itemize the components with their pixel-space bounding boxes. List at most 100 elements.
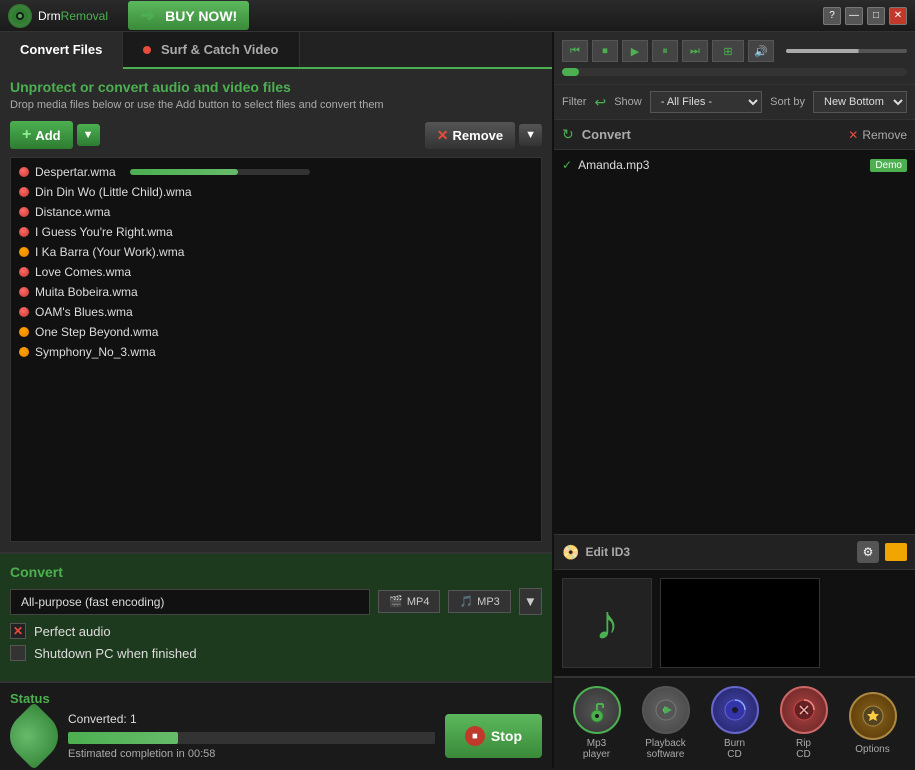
- music-note-icon: ♪: [595, 596, 619, 651]
- file-name: One Step Beyond.wma: [35, 325, 158, 339]
- filter-arrow-icon[interactable]: ↩: [594, 94, 606, 111]
- window-controls: ? — □ ✕: [823, 7, 907, 25]
- format-dropdown-button[interactable]: ▼: [519, 588, 542, 615]
- remove-dropdown-button[interactable]: ▼: [519, 124, 542, 146]
- remove-panel-button[interactable]: ✕ Remove: [848, 128, 907, 142]
- convert-row: 🎬 MP4 🎵 MP3 ▼: [10, 588, 542, 615]
- playback-icon: [642, 686, 690, 734]
- list-item[interactable]: Din Din Wo (Little Child).wma: [11, 182, 541, 202]
- burn-cd-button[interactable]: BurnCD: [711, 686, 759, 760]
- player-stop-button[interactable]: ⏹: [592, 40, 618, 62]
- stop-button[interactable]: ⏹ Stop: [445, 714, 542, 758]
- playback-button[interactable]: Playbacksoftware: [642, 686, 690, 760]
- player-pause-button[interactable]: ⏸: [652, 40, 678, 62]
- x-red-icon: ✕: [848, 128, 858, 142]
- tab-convert-files[interactable]: Convert Files: [0, 32, 123, 69]
- file-name: Symphony_No_3.wma: [35, 345, 156, 359]
- options-label: Options: [855, 744, 889, 755]
- add-button[interactable]: + Add: [10, 121, 73, 149]
- file-status-dot: [19, 307, 29, 317]
- preset-input[interactable]: [10, 589, 370, 615]
- options-button[interactable]: Options: [849, 692, 897, 755]
- edit-id3-label: Edit ID3: [585, 545, 851, 559]
- playlist: ✓ Amanda.mp3 Demo: [554, 150, 915, 534]
- close-button[interactable]: ✕: [889, 7, 907, 25]
- mp3-player-icon: [573, 686, 621, 734]
- option-shutdown[interactable]: Shutdown PC when finished: [10, 645, 542, 661]
- status-title: Status: [10, 691, 542, 706]
- player-play-button[interactable]: ▶: [622, 40, 648, 62]
- rip-cd-button[interactable]: RipCD: [780, 686, 828, 760]
- list-item[interactable]: Love Comes.wma: [11, 262, 541, 282]
- convert-panel-label: Convert: [582, 127, 841, 142]
- stop-icon: ⏹: [465, 726, 485, 746]
- player-next-button[interactable]: ⏭: [682, 40, 708, 62]
- burn-cd-icon: [711, 686, 759, 734]
- mp3-format-button[interactable]: 🎵 MP3: [448, 590, 510, 613]
- mp4-format-button[interactable]: 🎬 MP4: [378, 590, 440, 613]
- convert-panel-icon: ↻: [562, 126, 574, 143]
- title-bar: DrmRemoval ➜ BUY NOW! ? — □ ✕: [0, 0, 915, 32]
- player-progress-bar[interactable]: [562, 68, 907, 76]
- player-extra-button[interactable]: ⊞: [712, 40, 744, 62]
- filter-row: Filter ↩ Show - All Files -MP3WMAMP4 Sor…: [554, 85, 915, 120]
- remove-button[interactable]: ✕ Remove: [425, 122, 515, 149]
- file-status-dot: [19, 347, 29, 357]
- player-prev-button[interactable]: ⏮: [562, 40, 588, 62]
- player-volume-button[interactable]: 🔊: [748, 40, 774, 62]
- player-controls: ⏮ ⏹ ▶ ⏸ ⏭ ⊞ 🔊: [554, 32, 915, 85]
- edit-id3-icon: 📀: [562, 544, 579, 561]
- status-eta: Estimated completion in 00:58: [68, 748, 435, 760]
- status-converted: Converted: 1: [68, 712, 435, 726]
- rip-cd-icon: [780, 686, 828, 734]
- list-item[interactable]: Distance.wma: [11, 202, 541, 222]
- player-progress-fill: [562, 68, 579, 76]
- file-status-dot: [19, 187, 29, 197]
- mp3-player-button[interactable]: Mp3player: [573, 686, 621, 760]
- video-preview: [660, 578, 820, 668]
- logo-drm: Drm: [38, 9, 61, 23]
- file-name: I Guess You're Right.wma: [35, 225, 173, 239]
- checkbox-shutdown[interactable]: [10, 645, 26, 661]
- filter-select[interactable]: - All Files -MP3WMAMP4: [650, 91, 762, 113]
- option-perfect-audio[interactable]: ✕ Perfect audio: [10, 623, 542, 639]
- logo-icon: [8, 4, 32, 28]
- buy-now-button[interactable]: ➜ BUY NOW!: [128, 1, 249, 30]
- media-area: ♪: [554, 569, 915, 676]
- bottom-bar: Mp3player Playbacksoftware: [554, 676, 915, 768]
- playlist-item[interactable]: ✓ Amanda.mp3 Demo: [554, 154, 915, 176]
- add-dropdown-button[interactable]: ▼: [77, 124, 100, 146]
- list-item[interactable]: OAM's Blues.wma: [11, 302, 541, 322]
- playlist-badge: Demo: [870, 159, 907, 172]
- playlist-check-icon: ✓: [562, 158, 572, 172]
- minimize-button[interactable]: —: [845, 7, 863, 25]
- volume-slider[interactable]: [786, 49, 907, 53]
- help-button[interactable]: ?: [823, 7, 841, 25]
- id3-settings-button[interactable]: ⚙: [857, 541, 879, 563]
- checkbox-perfect-audio[interactable]: ✕: [10, 623, 26, 639]
- section-title: Unprotect or convert audio and video fil…: [10, 79, 542, 95]
- file-name: OAM's Blues.wma: [35, 305, 133, 319]
- list-item[interactable]: I Ka Barra (Your Work).wma: [11, 242, 541, 262]
- sort-select[interactable]: New BottomNew TopA-ZZ-A: [813, 91, 907, 113]
- list-item[interactable]: Muita Bobeira.wma: [11, 282, 541, 302]
- id3-folder-button[interactable]: [885, 543, 907, 561]
- status-progress-bar: [68, 732, 435, 744]
- app-logo: DrmRemoval: [8, 4, 108, 28]
- list-item[interactable]: Symphony_No_3.wma: [11, 342, 541, 362]
- file-status-dot: [19, 287, 29, 297]
- convert-panel: ↻ Convert ✕ Remove: [554, 120, 915, 150]
- list-item[interactable]: One Step Beyond.wma: [11, 322, 541, 342]
- show-label: Show: [614, 96, 642, 108]
- file-status-dot: [19, 167, 29, 177]
- tab-surf-catch[interactable]: Surf & Catch Video: [123, 32, 299, 67]
- mp3-icon: 🎵: [459, 595, 473, 608]
- list-item[interactable]: Despertar.wma: [11, 162, 541, 182]
- file-name: Love Comes.wma: [35, 265, 131, 279]
- status-text-area: Converted: 1 Estimated completion in 00:…: [68, 712, 435, 760]
- filter-label: Filter: [562, 96, 586, 108]
- maximize-button[interactable]: □: [867, 7, 885, 25]
- plus-icon: +: [22, 126, 31, 144]
- list-item[interactable]: I Guess You're Right.wma: [11, 222, 541, 242]
- playlist-item-name: Amanda.mp3: [578, 158, 864, 172]
